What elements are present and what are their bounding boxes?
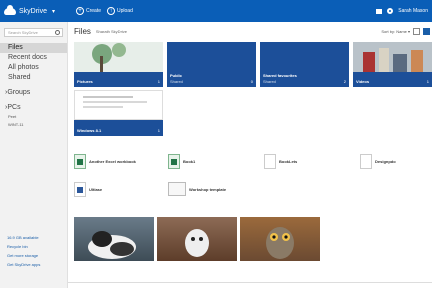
upload-label: Upload [117,8,133,14]
folder-count: 1 [157,128,160,133]
upload-icon: ↑ [107,7,116,15]
file-item[interactable]: Another Excel workbook [74,154,136,169]
create-label: Create [86,8,102,14]
owl-image [266,227,294,259]
folder-count: 2 [343,79,346,84]
search-input[interactable]: Search SkyDrive [4,28,63,37]
folder-tile-videos[interactable]: Videos 1 [353,42,432,87]
search-icon[interactable] [55,30,60,35]
folder-count: 1 [426,79,429,84]
pcs-label: PCs [7,104,21,111]
breadcrumb: Files Sharath SkyDrive [74,27,127,36]
footer-bar [68,282,432,288]
file-name: Workshop template [189,186,227,192]
file-name: Designpdo [375,159,396,164]
folder-name: Public [170,73,183,78]
folder-subtitle: Shared [170,79,183,84]
crowd-photo [353,42,432,72]
get-more-storage-link[interactable]: Get more storage [7,253,67,258]
file-icon [360,154,372,169]
folder-tile-shared-favourites[interactable]: Shared favourites Shared 2 [260,42,349,87]
folder-tile-public[interactable]: Public Shared 0 [167,42,256,87]
sidebar-item-shared[interactable]: Shared [0,73,67,83]
dog-image [185,229,209,257]
file-item[interactable]: Workshop template [168,182,226,196]
file-icon [264,154,276,169]
top-bar: SkyDrive ▾ + Create ↑ Upload Sarah Mason [0,0,432,22]
upload-button[interactable]: ↑ Upload [107,7,133,15]
search-placeholder: Search SkyDrive [8,30,38,35]
folder-thumbnail [74,42,163,72]
sidebar-item-pc-2[interactable]: WINT-11 [0,121,67,129]
excel-file-icon [74,154,86,169]
folder-thumbnail [74,90,163,120]
file-item[interactable]: Designpdo [360,154,396,169]
recycle-bin-link[interactable]: Recycle bin [7,244,67,249]
sort-dropdown[interactable]: Sort by: Name ▾ [381,29,410,34]
brand-name: SkyDrive [19,7,48,15]
folder-name: Windows 8.1 [77,128,102,133]
photo-row [74,217,320,261]
sidebar-section-groups[interactable]: ›Groups [0,88,67,98]
sidebar-item-recent-docs[interactable]: Recent docs [0,53,67,63]
file-item[interactable]: Ultlase [74,182,102,197]
excel-file-icon [168,154,180,169]
file-name: Ultlase [89,187,103,192]
user-name[interactable]: Sarah Mason [398,8,428,14]
sidebar-item-files[interactable]: Files [0,43,67,53]
tree-photo [74,42,163,72]
file-item[interactable]: Book1 [168,154,195,169]
page-subtitle: Sharath SkyDrive [95,29,128,34]
file-name: Another Excel workbook [89,159,136,164]
word-file-icon [74,182,86,197]
folder-count: 1 [157,79,160,84]
template-thumbnail-icon [168,182,186,196]
folder-subtitle: Shared [263,79,276,84]
cloud-icon [4,4,16,15]
main-content: Files Sharath SkyDrive Sort by: Name ▾ P… [68,22,432,288]
folder-tile-pictures[interactable]: Pictures 1 [74,42,163,87]
skydrive-logo[interactable]: SkyDrive ▾ [0,4,70,15]
sidebar-section-pcs[interactable]: ›PCs [0,103,67,113]
folder-name: Pictures [77,79,93,84]
file-item[interactable]: BookLets [264,154,297,169]
sidebar: Search SkyDrive Files Recent docs All ph… [0,22,68,288]
folder-name: Shared favourites [263,73,297,78]
list-view-icon[interactable] [413,28,420,35]
gear-icon[interactable] [387,8,394,14]
chevron-down-icon: ▾ [52,8,56,15]
photo-dog[interactable] [157,217,237,261]
document-preview [83,96,147,108]
file-name: BookLets [279,159,298,164]
messages-icon[interactable] [376,8,383,14]
storage-available: 16.9 GB available [7,235,39,240]
create-button[interactable]: + Create [76,7,101,15]
file-name: Book1 [183,159,196,164]
folder-count: 0 [250,79,253,84]
folder-thumbnail [353,42,432,72]
folder-tile-windows[interactable]: Windows 8.1 1 [74,90,163,136]
plus-icon: + [76,7,84,15]
photo-owl[interactable] [240,217,320,261]
sidebar-item-pc-1[interactable]: Peet [0,113,67,121]
tile-view-icon[interactable] [423,28,430,35]
page-title: Files [74,27,91,36]
get-apps-link[interactable]: Get SkyDrive apps [7,262,67,267]
groups-label: Groups [7,89,31,96]
folder-name: Videos [356,79,370,84]
photo-cat[interactable] [74,217,154,261]
cat-image [88,231,136,259]
sidebar-item-all-photos[interactable]: All photos [0,63,67,73]
